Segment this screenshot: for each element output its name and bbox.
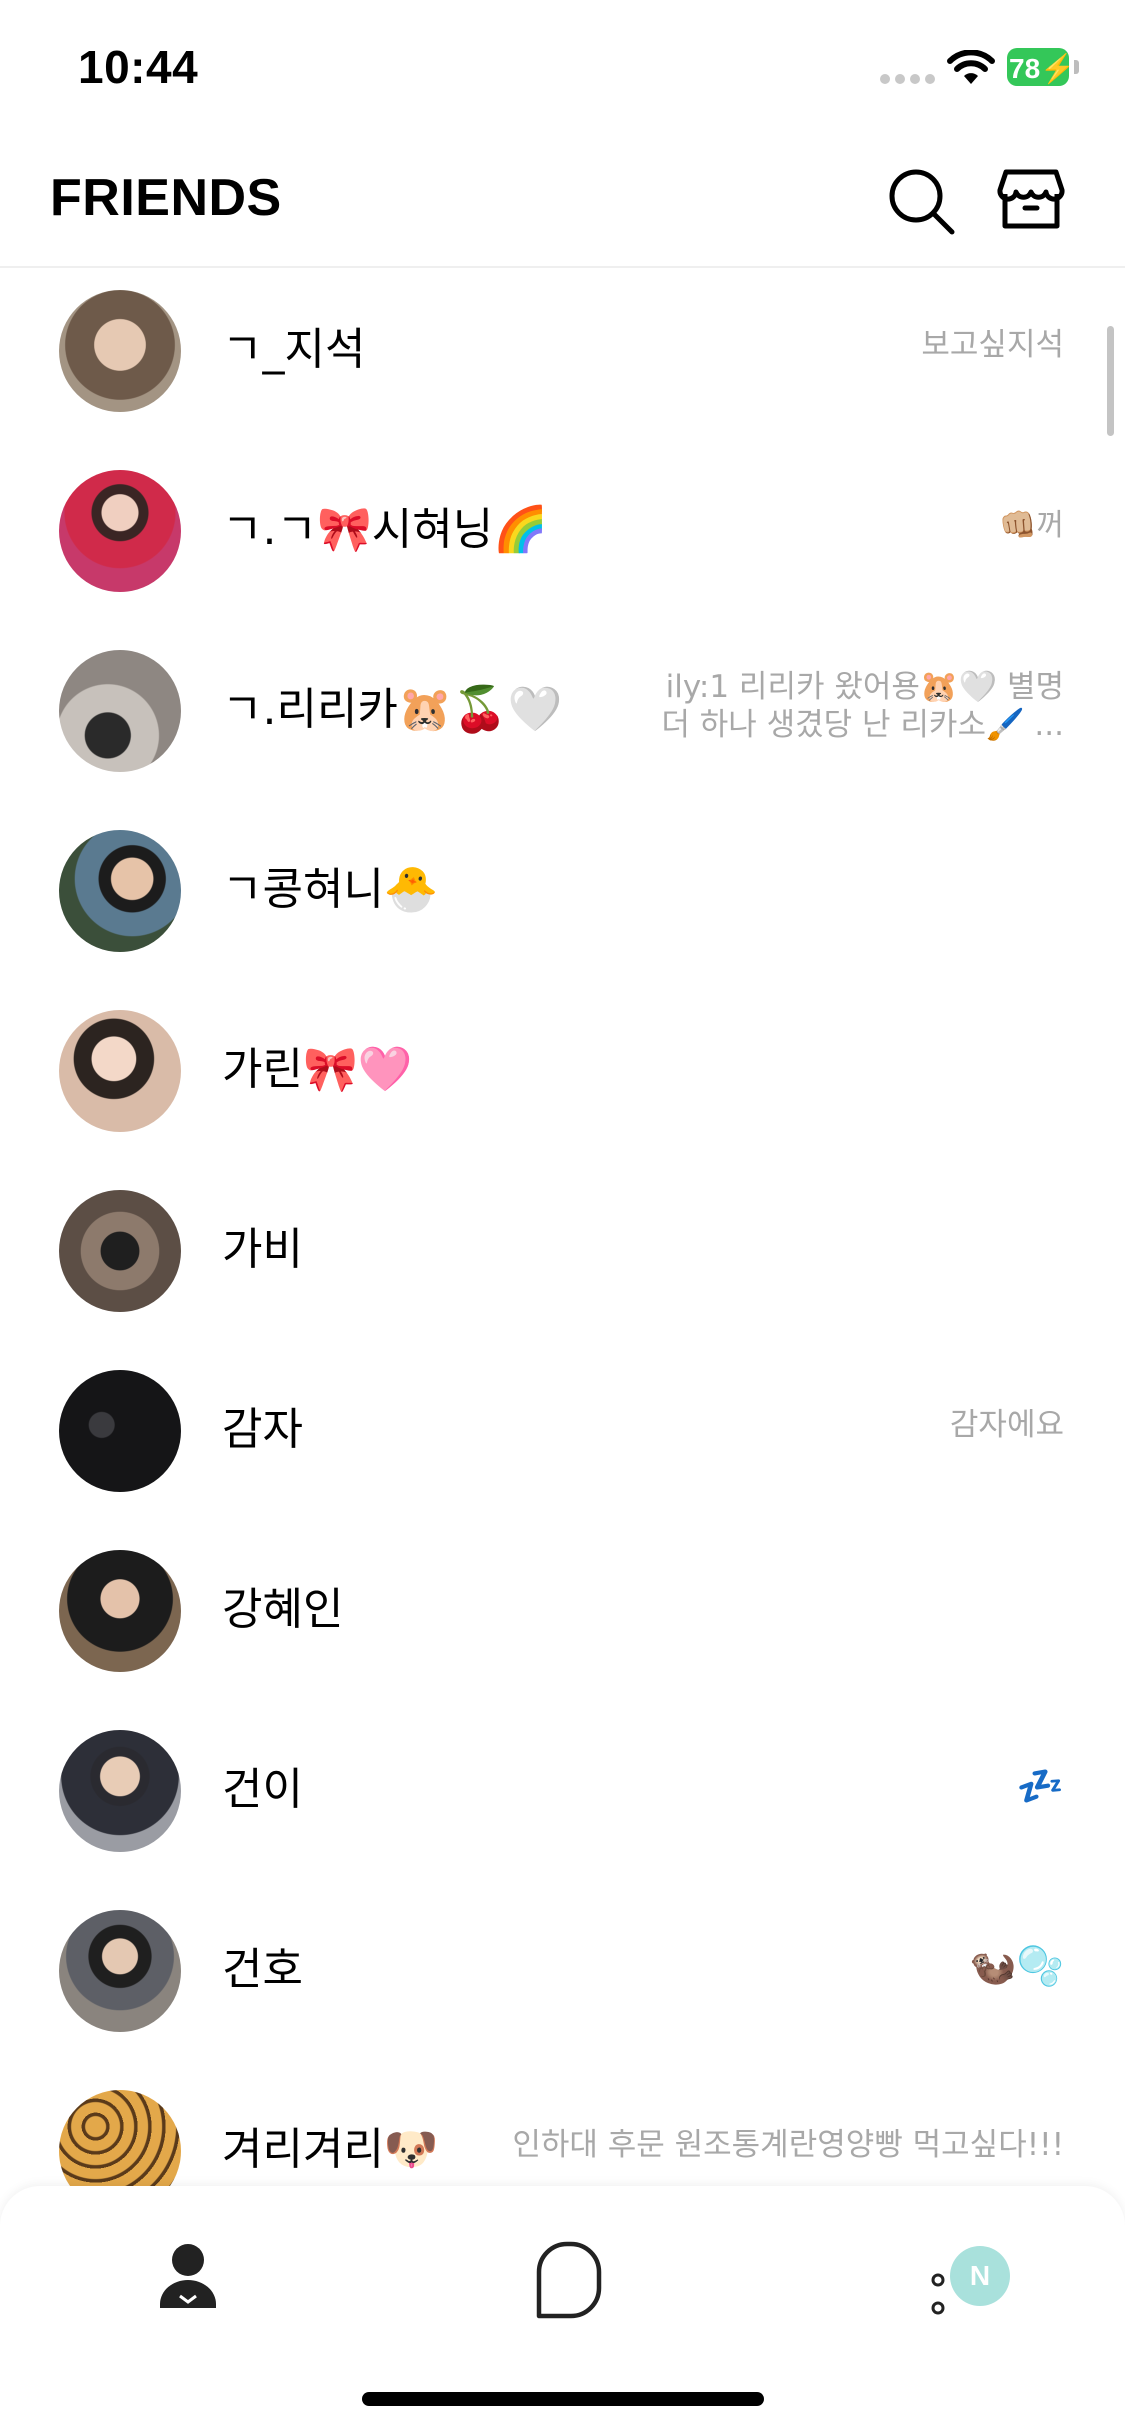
friend-row[interactable]: 가린🎀🩷 (0, 988, 1125, 1168)
friend-row[interactable]: 건이 💤 (0, 1708, 1125, 1888)
status-message: 인하대 후문 원조통계란영양빵 먹고싶다!!! (512, 2127, 1064, 2163)
tab-more[interactable]: N (858, 2226, 1018, 2336)
friend-row[interactable]: ㄱ_지석 보고싶지석 (0, 268, 1125, 448)
chat-bubble-icon (536, 2241, 602, 2319)
friend-row[interactable]: ㄱ.리리카🐹🍒🤍 ily:1 리리카 왔어용🐹🤍 별명 더 하나 생겼당 난 리… (0, 628, 1125, 808)
friend-name: 가비 (222, 1224, 303, 1275)
shop-icon[interactable] (996, 164, 1066, 234)
header: FRIENDS (0, 140, 1125, 268)
status-message: 감자에요 (949, 1407, 1064, 1443)
status-message: 👊🏼꺼 (999, 508, 1064, 543)
charging-bolt-icon: ⚡ (1040, 53, 1076, 84)
friend-name: ㄱ.리리카🐹🍒🤍 (222, 684, 563, 735)
friend-row[interactable]: 가비 (0, 1168, 1125, 1348)
avatar[interactable] (59, 1730, 181, 1852)
status-message: 💤 (1016, 1764, 1064, 1808)
cellular-dots-icon (880, 74, 936, 86)
friend-name: 건호 (222, 1944, 303, 1995)
tab-chats[interactable] (483, 2226, 643, 2336)
friend-name: 건이 (222, 1764, 303, 1815)
avatar[interactable] (59, 2090, 181, 2188)
friend-name: 강혜인 (222, 1584, 344, 1635)
status-message: 🦦🫧 (969, 1944, 1064, 1988)
new-badge: N (950, 2246, 1010, 2306)
friend-row[interactable]: ㄱ.ㄱ🎀시혀닝🌈 👊🏼꺼 (0, 448, 1125, 628)
status-bar: 10:44 78⚡ (0, 0, 1125, 140)
search-icon[interactable] (884, 164, 960, 240)
status-message: 보고싶지석 (921, 327, 1064, 363)
friend-name: ㄱ.ㄱ🎀시혀닝🌈 (222, 504, 548, 555)
friend-name: 감자 (222, 1404, 303, 1455)
friend-name: 가린🎀🩷 (222, 1044, 413, 1095)
page-title: FRIENDS (50, 169, 282, 227)
friend-row[interactable]: 겨리겨리🐶 인하대 후문 원조통계란영양빵 먹고싶다!!! (0, 2068, 1125, 2188)
avatar[interactable] (59, 1010, 181, 1132)
home-indicator[interactable] (362, 2392, 764, 2406)
friend-row[interactable]: 감자 감자에요 (0, 1348, 1125, 1528)
friend-name: 겨리겨리🐶 (222, 2124, 439, 2175)
friend-name: ㄱ_지석 (222, 324, 366, 375)
avatar[interactable] (59, 1370, 181, 1492)
scrollbar[interactable] (1107, 326, 1114, 436)
avatar[interactable] (59, 470, 181, 592)
battery-level: 78 (1009, 53, 1041, 84)
avatar[interactable] (59, 1550, 181, 1672)
friend-row[interactable]: ㄱ콩혀니🐣 (0, 808, 1125, 988)
status-time: 10:44 (78, 41, 199, 93)
tab-friends[interactable] (108, 2226, 268, 2336)
battery-icon: 78⚡ (1007, 48, 1079, 86)
avatar[interactable] (59, 1910, 181, 2032)
wifi-icon (947, 50, 995, 84)
avatar[interactable] (59, 650, 181, 772)
friend-name: ㄱ콩혀니🐣 (222, 864, 439, 915)
friend-row[interactable]: 강혜인 (0, 1528, 1125, 1708)
avatar[interactable] (59, 290, 181, 412)
avatar[interactable] (59, 830, 181, 952)
friend-row[interactable]: 건호 🦦🫧 (0, 1888, 1125, 2068)
avatar[interactable] (59, 1190, 181, 1312)
person-icon (160, 2244, 216, 2308)
status-message: ily:1 리리카 왔어용🐹🤍 별명 더 하나 생겼당 난 리카소🖌️ ... (661, 669, 1064, 743)
friend-list[interactable]: ㄱ_지석 보고싶지석 ㄱ.ㄱ🎀시혀닝🌈 👊🏼꺼 ㄱ.리리카🐹🍒🤍 ily:1 리… (0, 268, 1125, 2188)
